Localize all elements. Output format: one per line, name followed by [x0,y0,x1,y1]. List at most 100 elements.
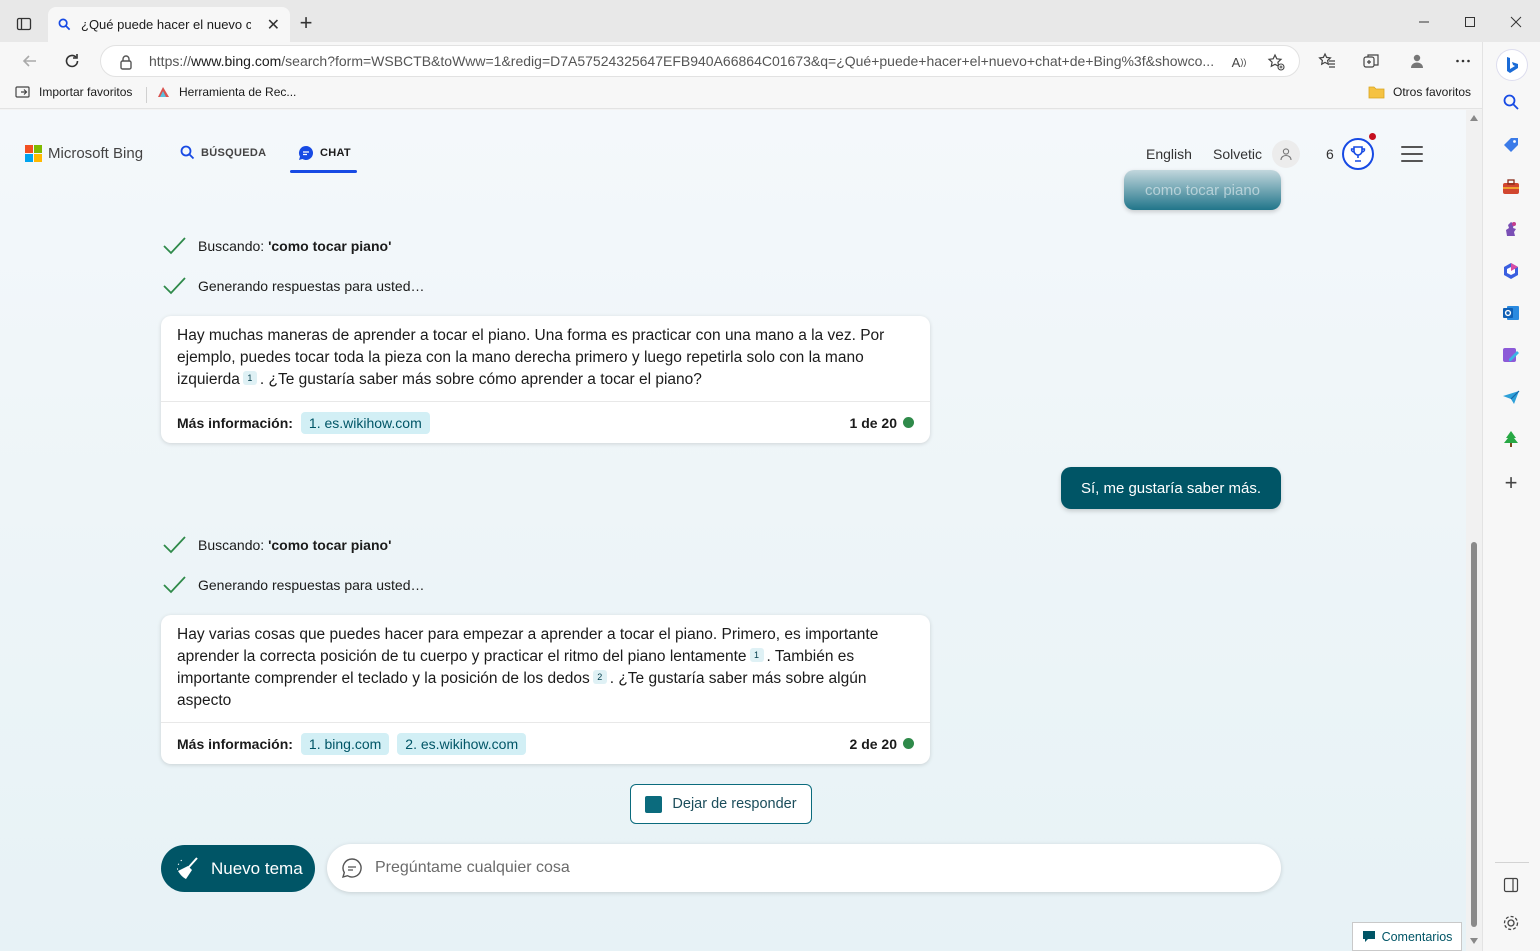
chat-input-box[interactable] [327,844,1281,892]
status-generating-2: Generando respuestas para usted… [163,576,424,594]
scroll-thumb[interactable] [1471,542,1477,927]
favorites-bar: Importar favoritos Herramienta de Rec...… [0,79,1540,109]
chat-bubble-icon [299,146,314,160]
new-topic-button[interactable]: Nuevo tema [161,845,315,892]
import-icon [15,86,30,98]
games-icon[interactable] [1500,218,1522,240]
source-link[interactable]: 2. es.wikihow.com [397,732,527,755]
user-icon [1280,148,1292,161]
title-bar: ¿Qué puede hacer el nuevo chat de Bing? … [0,0,1540,42]
checkmark-icon [163,536,186,554]
lock-icon[interactable] [119,54,133,75]
tree-icon[interactable] [1500,428,1522,450]
search-icon[interactable] [1500,91,1522,113]
page-scrollbar[interactable] [1466,110,1482,951]
answer-footer: Más información: 1. bing.com 2. es.wikih… [161,722,930,764]
fav-tool[interactable]: Herramienta de Rec... [156,85,296,99]
shopping-tag-icon[interactable] [1500,134,1522,156]
add-sidebar-item-icon[interactable]: + [1500,470,1522,495]
citation-1[interactable]: 1 [749,648,764,662]
scroll-up-icon[interactable] [1470,115,1478,121]
back-arrow-icon[interactable] [16,47,44,75]
notification-dot [1369,133,1376,140]
search-icon [180,145,195,160]
browser-tab[interactable]: ¿Qué puede hacer el nuevo chat de Bing? … [48,7,290,42]
checkmark-icon [163,576,186,594]
checkmark-icon [163,277,186,295]
user-message-1: como tocar piano [1124,170,1281,210]
status-searching-1: Buscando: 'como tocar piano' [163,237,391,255]
broom-icon [177,856,198,879]
outlook-icon[interactable] [1500,302,1522,324]
status-generating-1: Generando respuestas para usted… [163,277,424,295]
language-link[interactable]: English [1146,146,1192,162]
status-dot [903,738,914,749]
profile-icon[interactable] [1403,47,1431,75]
answer-footer: Más información: 1. es.wikihow.com 1 de … [161,401,930,443]
maximize-icon[interactable] [1447,8,1493,36]
feedback-button[interactable]: Comentarios [1352,922,1462,951]
more-options-icon[interactable] [1449,47,1477,75]
tab-title: ¿Qué puede hacer el nuevo chat de Bing? [81,17,251,32]
minimize-icon[interactable] [1401,8,1447,36]
source-link[interactable]: 1. es.wikihow.com [300,411,430,434]
new-tab-button[interactable]: + [294,12,318,36]
message-count: 1 de 20 [850,415,914,431]
address-bar[interactable]: https://www.bing.com/search?form=WSBCTB&… [100,45,1300,77]
rewards-trophy-icon[interactable] [1342,138,1374,170]
bing-chat-icon[interactable] [1497,50,1527,80]
scroll-down-icon[interactable] [1470,938,1478,944]
user-name[interactable]: Solvetic [1213,146,1262,162]
collections-icon[interactable] [1357,47,1385,75]
add-favorite-icon[interactable] [1266,52,1286,72]
user-message-2: Sí, me gustaría saber más. [1061,467,1281,509]
close-tab-icon[interactable]: ✕ [267,15,280,35]
fav-import[interactable]: Importar favoritos [15,85,132,99]
citation-2[interactable]: 2 [592,670,607,684]
status-searching-2: Buscando: 'como tocar piano' [163,536,391,554]
bing-chat-page: Microsoft Bing BÚSQUEDA CHAT English Sol… [0,110,1466,951]
tab-actions-icon[interactable] [10,10,38,38]
answer-text: Hay muchas maneras de aprender a tocar e… [177,327,885,388]
source-link[interactable]: 1. bing.com [300,732,390,755]
sidebar-divider [1495,862,1529,863]
microsoft-logo-icon [25,145,42,162]
browser-toolbar: https://www.bing.com/search?form=WSBCTB&… [0,42,1540,79]
stop-icon [645,795,663,813]
avatar[interactable] [1272,140,1300,168]
nav-search[interactable]: BÚSQUEDA [180,145,266,160]
fav-divider [146,87,147,103]
bot-answer-2: Hay varias cosas que puedes hacer para e… [161,615,930,764]
edge-sidebar: + [1482,42,1540,951]
hamburger-menu-icon[interactable] [1401,146,1423,162]
refresh-icon[interactable] [58,47,86,75]
status-dot [903,417,914,428]
rewards-points[interactable]: 6 [1326,146,1334,162]
search-icon [58,18,71,31]
settings-icon[interactable] [1500,912,1522,934]
chat-input[interactable] [375,859,1235,877]
stop-responding-button[interactable]: Dejar de responder [630,784,812,824]
checkmark-icon [163,237,186,255]
split-screen-icon[interactable] [1500,874,1522,896]
designer-icon[interactable] [1500,344,1522,366]
other-favorites[interactable]: Otros favoritos [1368,85,1471,99]
bot-answer-1: Hay muchas maneras de aprender a tocar e… [161,316,930,443]
microsoft365-icon[interactable] [1500,260,1522,282]
drop-send-icon[interactable] [1500,386,1522,408]
message-count: 2 de 20 [850,736,914,752]
folder-icon [1368,86,1385,99]
active-tab-indicator [290,170,357,173]
tools-briefcase-icon[interactable] [1500,176,1522,198]
chat-bubble-icon [341,858,362,879]
comment-icon [1362,931,1375,942]
read-aloud-icon[interactable]: A)) [1229,52,1249,72]
close-window-icon[interactable] [1493,8,1539,36]
favorites-icon[interactable] [1313,47,1341,75]
answer-text: Hay varias cosas que puedes hacer para e… [177,626,879,709]
url-text: https://www.bing.com/search?form=WSBCTB&… [149,53,1215,69]
nav-chat[interactable]: CHAT [298,145,351,161]
citation-1[interactable]: 1 [242,371,257,385]
tool-favicon-icon [158,87,169,97]
microsoft-bing-logo[interactable]: Microsoft Bing [25,145,143,162]
